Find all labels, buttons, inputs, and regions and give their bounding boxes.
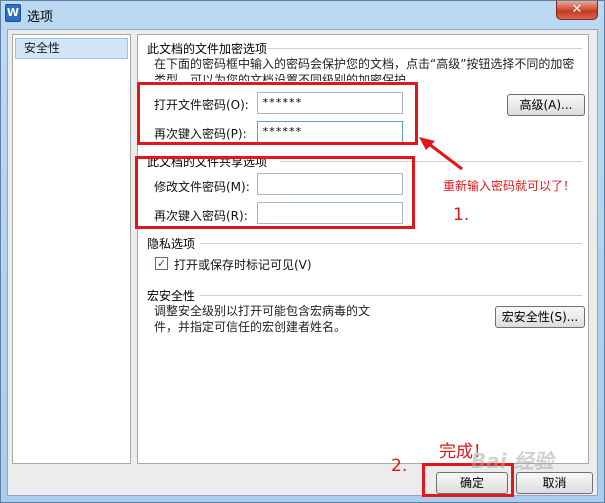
annotation-retype-hint: 重新输入密码就可以了！ [443, 179, 576, 193]
cancel-button[interactable]: 取消 [516, 472, 593, 494]
category-list: 安全性 [12, 34, 131, 464]
confirm-open-password-label: 再次键入密码(P): [154, 127, 247, 141]
annotation-step-2: 2. [391, 456, 408, 476]
open-password-label: 打开文件密码(O): [154, 98, 249, 112]
mark-visible-checkbox[interactable]: ✓ [155, 257, 168, 270]
share-section-title: 此文档的文件共享选项 [147, 155, 268, 169]
ok-button[interactable]: 确定 [436, 472, 508, 494]
dialog-title: 选项 [27, 10, 54, 25]
dialog-body: 安全性 此文档的文件加密选项 在下面的密码框中输入的密码会保护您的文档，点击“高… [7, 29, 598, 496]
divider [268, 48, 582, 49]
macro-section-title: 宏安全性 [147, 289, 196, 303]
annotation-arrow [419, 137, 463, 171]
nav-item-security[interactable]: 安全性 [15, 38, 128, 59]
wps-writer-icon: W [5, 4, 21, 22]
advanced-button[interactable]: 高级(A)... [507, 94, 585, 116]
title-bar[interactable]: W 选项 ✕ [1, 1, 604, 27]
macro-description-line1: 调整安全级别以打开可能包含宏病毒的文 [154, 304, 371, 318]
watermark: Bai 经验 [471, 449, 554, 473]
security-panel: 此文档的文件加密选项 在下面的密码框中输入的密码会保护您的文档，点击“高级”按钮… [137, 34, 589, 464]
privacy-section-title: 隐私选项 [147, 237, 196, 251]
encrypt-description-line2: 类型，可以为您的文档设置不同级别的加密保护。 [154, 73, 419, 81]
divider [200, 243, 582, 244]
options-dialog: W 选项 ✕ 安全性 此文档的文件加密选项 在下面的密码框中输入的密码会保护您的… [0, 0, 605, 503]
close-button[interactable]: ✕ [556, 1, 598, 20]
divider [200, 295, 582, 296]
mark-visible-label: 打开或保存时标记可见(V) [174, 258, 312, 272]
open-password-input[interactable]: ****** [257, 92, 403, 114]
macro-description-line2: 件，并指定可信任的宏创建者姓名。 [154, 320, 347, 334]
modify-password-label: 修改文件密码(M): [154, 180, 250, 194]
annotation-step-1: 1. [453, 205, 470, 225]
encrypt-description-line1: 在下面的密码框中输入的密码会保护您的文档，点击“高级”按钮选择不同的加密 [154, 57, 575, 71]
confirm-modify-password-input[interactable] [257, 202, 403, 224]
encrypt-section-title: 此文档的文件加密选项 [147, 42, 268, 56]
macro-security-button[interactable]: 宏安全性(S)... [495, 306, 585, 328]
modify-password-input[interactable] [257, 173, 403, 195]
confirm-modify-password-label: 再次键入密码(R): [154, 209, 248, 223]
confirm-open-password-input[interactable]: ****** [257, 121, 403, 143]
